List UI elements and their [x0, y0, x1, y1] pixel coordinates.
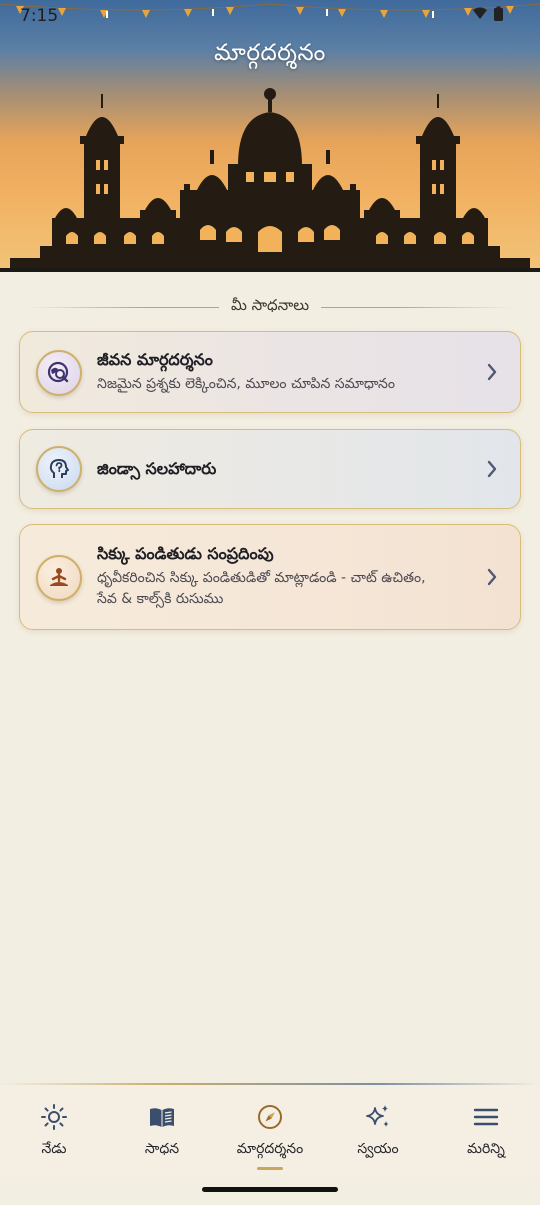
life-guidance-card[interactable]: జీవన మార్గదర్శనం నిజమైన ప్రశ్నకు లెక్కిం…: [19, 331, 521, 413]
card-title: జిండ్సా సలహాదారు: [97, 459, 217, 478]
nav-label: సాధన: [144, 1141, 180, 1157]
divider-line-left: [28, 306, 219, 308]
card-description: ధృవీకరించిన సిక్కు పండితుడితో మాట్లాడండి…: [97, 568, 470, 610]
card-title: సిక్కు పండితుడు సంప్రదింపు: [97, 544, 274, 563]
meditation-icon: [36, 555, 82, 601]
nav-item-today[interactable]: నేడు: [0, 1085, 108, 1175]
divider-line-right: [321, 306, 513, 308]
battery-icon: [494, 8, 503, 21]
bunting-decoration: [0, 3, 540, 18]
nav-label: స్వయం: [357, 1141, 399, 1157]
nav-label: నేడు: [41, 1141, 67, 1157]
header-banner: 7:15 మార్గదర్శనం: [0, 0, 540, 272]
card-description: నిజమైన ప్రశ్నకు లెక్కించిన, మూలం చూపిన స…: [97, 376, 395, 392]
chevron-right-icon: [487, 460, 497, 478]
nav-item-more[interactable]: మరిన్ని: [432, 1085, 540, 1175]
nav-label: మరిన్ని: [467, 1141, 505, 1157]
sparkles-icon: [366, 1105, 389, 1127]
nav-label: మార్గదర్శనం: [236, 1141, 304, 1157]
bottom-navigation: నేడు సాధన మార్గదర్శనం స్వయం మరిన్ని: [0, 1085, 540, 1175]
nav-item-guidance[interactable]: మార్గదర్శనం: [216, 1085, 324, 1175]
section-title: మీ సాధనాలు: [230, 296, 310, 314]
chevron-right-icon: [487, 363, 497, 381]
nav-item-self[interactable]: స్వయం: [324, 1085, 432, 1175]
chevron-right-icon: [487, 568, 497, 586]
nav-item-practice[interactable]: సాధన: [108, 1085, 216, 1175]
home-gesture-bar[interactable]: [202, 1187, 338, 1192]
compass-icon: [258, 1105, 282, 1129]
menu-icon: [473, 1108, 499, 1126]
card-description-line: సేవ & కాల్స్‌కి రుసుము: [97, 591, 224, 607]
sun-icon: [41, 1104, 67, 1130]
jindsa-advisor-card[interactable]: జిండ్సా సలహాదారు: [19, 429, 521, 509]
active-indicator: [257, 1167, 283, 1170]
card-description-line: ధృవీకరించిన సిక్కు పండితుడితో మాట్లాడండి…: [97, 570, 426, 586]
app-screen: 7:15 మార్గదర్శనం మీ సాధనాలు జీవన మార్గదర…: [0, 0, 540, 1205]
card-title: జీవన మార్గదర్శనం: [97, 350, 213, 369]
sikh-scholar-consultation-card[interactable]: సిక్కు పండితుడు సంప్రదింపు ధృవీకరించిన స…: [19, 524, 521, 630]
status-time: 7:15: [20, 6, 59, 26]
wifi-icon: [473, 7, 487, 19]
page-title: మార్గదర్శనం: [214, 40, 326, 66]
palace-skyline-illustration: [10, 88, 530, 272]
book-icon: [150, 1108, 174, 1127]
head-question-icon: [36, 446, 82, 492]
status-icons: [472, 6, 506, 22]
search-globe-icon: [36, 350, 82, 396]
section-divider: మీ సాధనాలు: [28, 294, 513, 320]
